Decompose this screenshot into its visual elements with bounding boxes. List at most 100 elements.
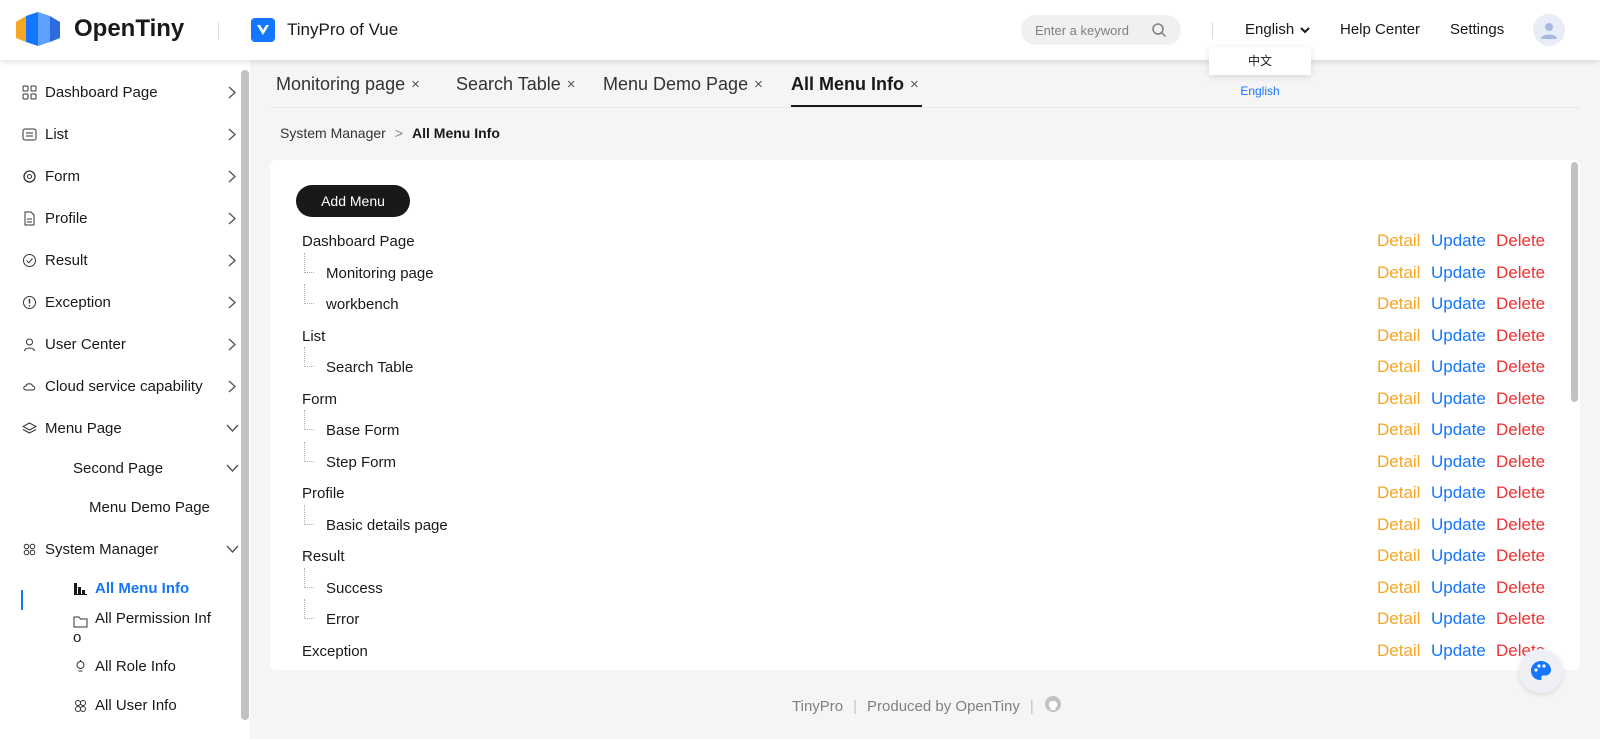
check-circle-icon [23,254,36,267]
tab-monitoring-page[interactable]: Monitoring page × [276,74,420,95]
update-link[interactable]: Update [1431,483,1486,503]
detail-link[interactable]: Detail [1377,452,1420,472]
detail-link[interactable]: Detail [1377,231,1420,251]
delete-link[interactable]: Delete [1496,578,1545,598]
chevron-right-icon [228,212,236,225]
menu-tree-row: Exception Detail Update Delete [270,637,1580,669]
sidebar-item-user-center[interactable]: User Center [0,326,240,362]
detail-link[interactable]: Detail [1377,326,1420,346]
detail-link[interactable]: Detail [1377,515,1420,535]
search-box[interactable] [1021,15,1181,45]
menu-tree-row: Step Form Detail Update Delete [270,441,1580,480]
update-link[interactable]: Update [1431,326,1486,346]
sidebar-item-all-permission-info[interactable]: All Permission Inf o [0,607,240,651]
update-link[interactable]: Update [1431,515,1486,535]
tab-label: All Menu Info [791,74,904,94]
delete-link[interactable]: Delete [1496,452,1545,472]
sidebar-scrollbar[interactable] [241,70,249,720]
update-link[interactable]: Update [1431,641,1486,661]
detail-link[interactable]: Detail [1377,609,1420,629]
add-menu-button[interactable]: Add Menu [296,185,410,217]
update-link[interactable]: Update [1431,546,1486,566]
detail-link[interactable]: Detail [1377,389,1420,409]
delete-link[interactable]: Delete [1496,357,1545,377]
chevron-right-icon [228,170,236,183]
sidebar-item-dashboard[interactable]: Dashboard Page [0,74,240,110]
vue-logo-icon [251,18,275,42]
sidebar-item-all-role-info[interactable]: All Role Info [0,648,240,684]
sidebar-item-label: All Permission Inf [95,610,211,627]
tab-all-menu-info[interactable]: All Menu Info × [791,74,919,95]
update-link[interactable]: Update [1431,389,1486,409]
update-link[interactable]: Update [1431,420,1486,440]
avatar[interactable] [1533,14,1565,46]
sidebar-item-all-menu-info[interactable]: All Menu Info [0,570,240,606]
search-input[interactable] [1035,22,1153,38]
theme-palette-button[interactable] [1519,649,1563,693]
menu-tree-card: Add Menu Dashboard Page Detail Update Delet… [270,160,1580,670]
sidebar-item-system-manager[interactable]: System Manager [0,531,240,567]
sidebar-item-exception[interactable]: Exception [0,284,240,320]
update-link[interactable]: Update [1431,263,1486,283]
menu-tree-row: Form Detail Update Delete [270,385,1580,417]
content-scrollbar[interactable] [1571,162,1578,402]
delete-link[interactable]: Delete [1496,546,1545,566]
update-link[interactable]: Update [1431,578,1486,598]
sidebar-item-list[interactable]: List [0,116,240,152]
delete-link[interactable]: Delete [1496,420,1545,440]
breadcrumb-parent[interactable]: System Manager [280,125,386,141]
detail-link[interactable]: Detail [1377,357,1420,377]
update-link[interactable]: Update [1431,452,1486,472]
menu-name: Exception [302,642,368,660]
detail-link[interactable]: Detail [1377,294,1420,314]
close-icon[interactable]: × [567,76,576,93]
close-icon[interactable]: × [754,76,763,93]
chevron-right-icon [228,338,236,351]
brand[interactable]: OpenTiny [16,12,184,46]
sidebar-item-label: Profile [45,209,88,227]
detail-link[interactable]: Detail [1377,420,1420,440]
detail-link[interactable]: Detail [1377,578,1420,598]
help-center-link[interactable]: Help Center [1340,21,1420,38]
menu-name: Step Form [326,453,397,471]
sidebar-item-menu-page[interactable]: Menu Page [0,410,240,446]
delete-link[interactable]: Delete [1496,231,1545,251]
layers-icon [22,422,37,434]
tab-label: Search Table [456,74,561,94]
delete-link[interactable]: Delete [1496,483,1545,503]
sidebar-item-form[interactable]: Form [0,158,240,194]
detail-link[interactable]: Detail [1377,483,1420,503]
sidebar-item-cloud-service[interactable]: Cloud service capability [0,368,240,404]
sidebar-item-second-page[interactable]: Second Page [0,450,240,486]
delete-link[interactable]: Delete [1496,326,1545,346]
tree-connector [304,599,314,619]
sidebar-item-result[interactable]: Result [0,242,240,278]
tab-menu-demo-page[interactable]: Menu Demo Page × [603,74,763,95]
sidebar-item-all-user-info[interactable]: All User Info [0,687,240,723]
delete-link[interactable]: Delete [1496,263,1545,283]
update-link[interactable]: Update [1431,231,1486,251]
language-option-english[interactable]: English [1209,79,1311,103]
update-link[interactable]: Update [1431,609,1486,629]
sidebar-item-profile[interactable]: Profile [0,200,240,236]
detail-link[interactable]: Detail [1377,546,1420,566]
delete-link[interactable]: Delete [1496,515,1545,535]
search-icon[interactable] [1151,22,1167,43]
delete-link[interactable]: Delete [1496,389,1545,409]
update-link[interactable]: Update [1431,294,1486,314]
sidebar-item-menu-demo-page[interactable]: Menu Demo Page [0,489,240,525]
language-selector[interactable]: English [1245,21,1310,38]
app-title[interactable]: TinyPro of Vue [251,18,398,42]
settings-link[interactable]: Settings [1450,21,1504,38]
detail-link[interactable]: Detail [1377,641,1420,661]
delete-link[interactable]: Delete [1496,609,1545,629]
delete-link[interactable]: Delete [1496,294,1545,314]
update-link[interactable]: Update [1431,357,1486,377]
detail-link[interactable]: Detail [1377,263,1420,283]
close-icon[interactable]: × [411,76,420,93]
tree-connector [304,252,314,273]
close-icon[interactable]: × [910,76,919,93]
tab-search-table[interactable]: Search Table × [456,74,576,95]
github-icon[interactable] [1044,695,1062,717]
language-option-chinese[interactable]: 中文 [1209,47,1311,75]
